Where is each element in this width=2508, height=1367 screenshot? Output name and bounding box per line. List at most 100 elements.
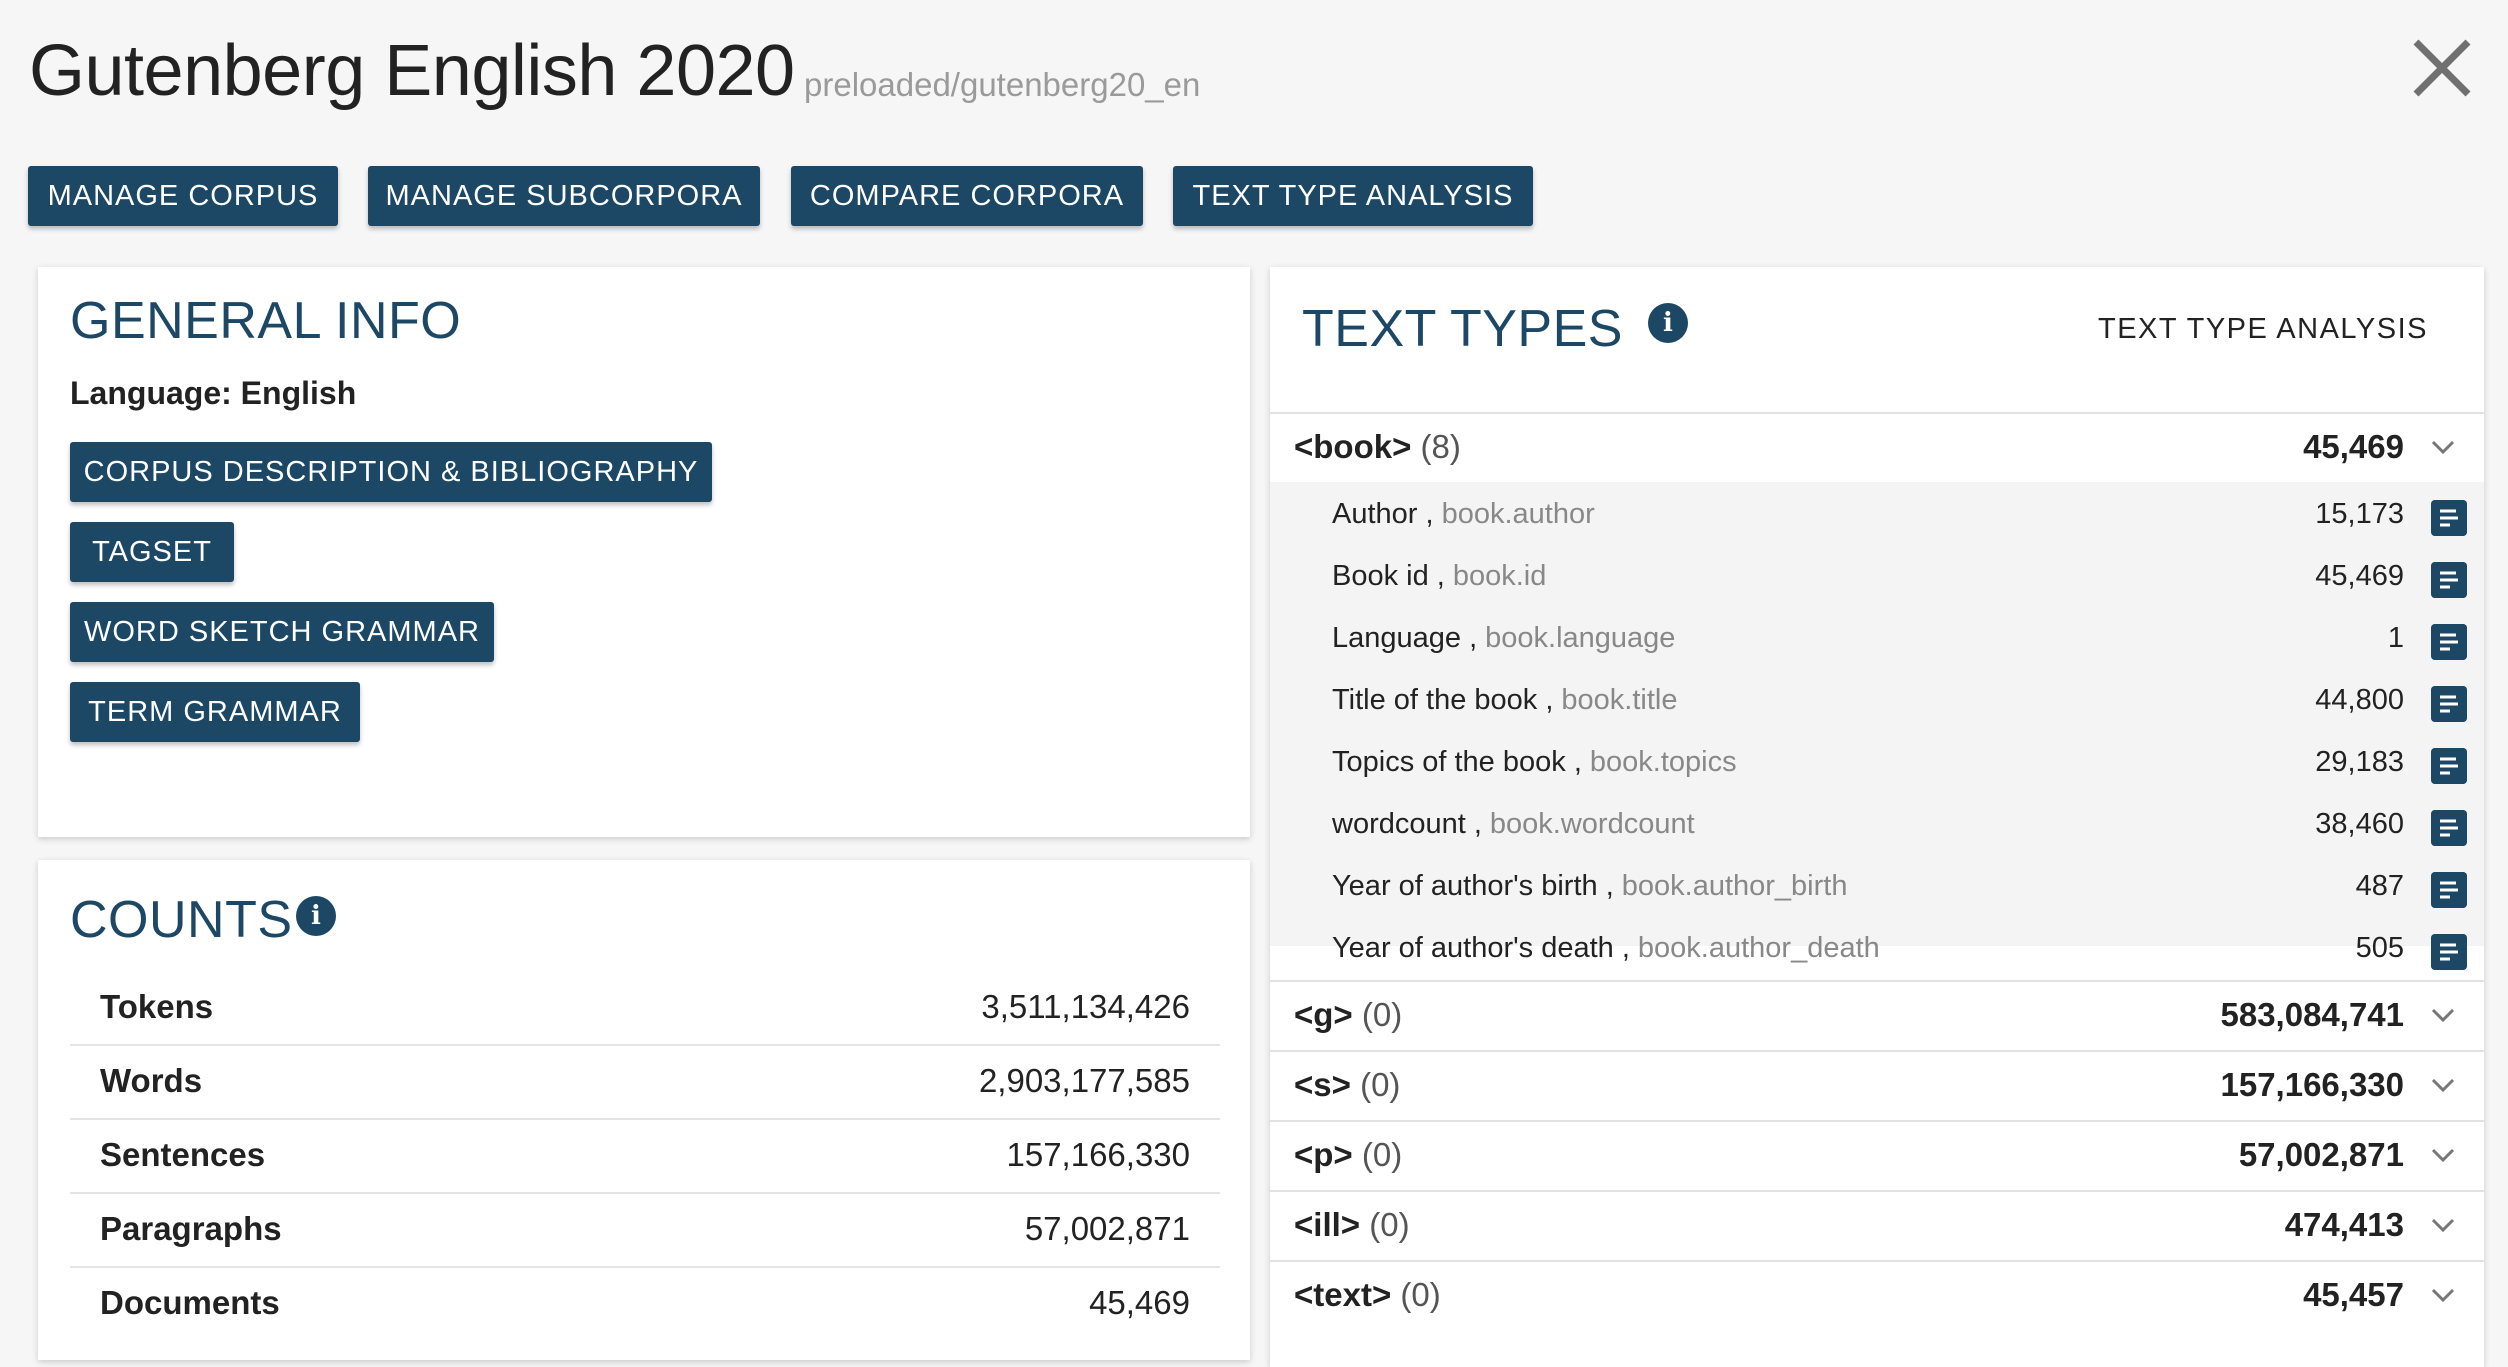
chevron-down-icon[interactable] — [2430, 1282, 2456, 1308]
group-row-ill[interactable]: <ill> (0) 474,413 — [1270, 1190, 2484, 1260]
count-value: 57,002,871 — [1024, 1210, 1190, 1247]
corpus-description-button[interactable]: CORPUS DESCRIPTION & BIBLIOGRAPHY — [70, 442, 712, 502]
count-row-sentences: Sentences 157,166,330 — [70, 1120, 1220, 1194]
group-value: 45,469 — [2303, 428, 2404, 465]
attribute-label: Author , — [1332, 498, 1434, 530]
attribute-value: 1 — [2387, 622, 2404, 654]
count-row-tokens: Tokens 3,511,134,426 — [70, 972, 1220, 1046]
group-label: <g> (0) — [1294, 996, 1402, 1034]
word-sketch-grammar-button[interactable]: WORD SKETCH GRAMMAR — [70, 602, 494, 662]
text-types-card: TEXT TYPES i TEXT TYPE ANALYSIS <book> (… — [1270, 267, 2484, 1367]
group-label: <book> (8) — [1294, 428, 1461, 466]
info-icon[interactable]: i — [1648, 303, 1688, 343]
attribute-row: Topics of the book , book.topics 29,183 — [1270, 732, 2484, 794]
chevron-down-icon[interactable] — [2430, 1002, 2456, 1028]
attribute-label: Topics of the book , — [1332, 746, 1582, 778]
chevron-down-icon[interactable] — [2430, 434, 2456, 460]
list-detail-icon[interactable] — [2431, 810, 2467, 846]
attribute-value: 29,183 — [2315, 746, 2404, 778]
attribute-value: 15,173 — [2315, 498, 2404, 530]
counts-title: COUNTS — [70, 891, 293, 949]
list-detail-icon[interactable] — [2431, 500, 2467, 536]
text-types-title: TEXT TYPES — [1302, 300, 1623, 358]
attribute-label: wordcount , — [1332, 808, 1482, 840]
group-row-text[interactable]: <text> (0) 45,457 — [1270, 1260, 2484, 1330]
manage-subcorpora-button[interactable]: MANAGE SUBCORPORA — [368, 166, 760, 226]
tagset-button[interactable]: TAGSET — [70, 522, 234, 582]
attribute-row: Year of author's death , book.author_deat… — [1270, 918, 2484, 980]
count-row-documents: Documents 45,469 — [70, 1268, 1220, 1342]
list-detail-icon[interactable] — [2431, 624, 2467, 660]
count-value: 2,903,177,585 — [978, 1062, 1190, 1099]
general-info-card: GENERAL INFO Language: English CORPUS DE… — [38, 267, 1250, 837]
group-tag: <book> — [1294, 428, 1412, 465]
attribute-row: Book id , book.id 45,469 — [1270, 546, 2484, 608]
group-count: (0) — [1400, 1276, 1441, 1313]
attribute-label: Year of author's birth , — [1332, 870, 1614, 902]
attribute-key: book.author_birth — [1621, 870, 1848, 902]
language-label: Language: — [70, 375, 232, 411]
chevron-down-icon[interactable] — [2430, 1212, 2456, 1238]
term-grammar-button[interactable]: TERM GRAMMAR — [70, 682, 360, 742]
group-count: (0) — [1360, 1066, 1401, 1103]
attribute-name: wordcount , book.wordcount — [1332, 808, 1695, 841]
group-tag: <ill> — [1294, 1206, 1361, 1243]
count-value: 3,511,134,426 — [981, 988, 1190, 1025]
list-detail-icon[interactable] — [2431, 562, 2467, 598]
group-value: 157,166,330 — [2220, 1066, 2404, 1103]
list-detail-icon[interactable] — [2431, 686, 2467, 722]
compare-corpora-button[interactable]: COMPARE CORPORA — [791, 166, 1143, 226]
attribute-key: book.author — [1441, 498, 1595, 530]
text-type-analysis-link[interactable]: TEXT TYPE ANALYSIS — [2098, 313, 2428, 346]
attribute-label: Year of author's death , — [1332, 932, 1630, 964]
text-type-analysis-button[interactable]: TEXT TYPE ANALYSIS — [1173, 166, 1533, 226]
group-row-s[interactable]: <s> (0) 157,166,330 — [1270, 1050, 2484, 1120]
attribute-row: Language , book.language 1 — [1270, 608, 2484, 670]
attribute-key: book.author_death — [1637, 932, 1880, 964]
language-value: English — [240, 375, 357, 411]
group-tag: <s> — [1294, 1066, 1351, 1103]
group-row-book[interactable]: <book> (8) 45,469 — [1270, 412, 2484, 482]
group-count: (0) — [1369, 1206, 1410, 1243]
count-value: 45,469 — [1089, 1284, 1190, 1321]
count-label: Sentences — [100, 1136, 266, 1173]
attribute-name: Title of the book , book.title — [1332, 684, 1677, 717]
attribute-value: 505 — [2355, 932, 2404, 964]
attribute-label: Language , — [1332, 622, 1478, 654]
attribute-value: 38,460 — [2315, 808, 2404, 840]
manage-corpus-button[interactable]: MANAGE CORPUS — [28, 166, 338, 226]
attribute-row: wordcount , book.wordcount 38,460 — [1270, 794, 2484, 856]
group-value: 474,413 — [2284, 1206, 2404, 1243]
count-label: Words — [100, 1062, 203, 1099]
attribute-value: 44,800 — [2315, 684, 2404, 716]
attribute-value: 45,469 — [2315, 560, 2404, 592]
attribute-key: book.id — [1452, 560, 1547, 592]
chevron-down-icon[interactable] — [2430, 1072, 2456, 1098]
group-tag: <text> — [1294, 1276, 1392, 1313]
attribute-name: Language , book.language — [1332, 622, 1675, 655]
list-detail-icon[interactable] — [2431, 872, 2467, 908]
group-value: 57,002,871 — [2238, 1136, 2404, 1173]
close-icon[interactable] — [2408, 34, 2476, 102]
group-label: <s> (0) — [1294, 1066, 1400, 1104]
group-tag: <p> — [1294, 1136, 1353, 1173]
list-detail-icon[interactable] — [2431, 934, 2467, 970]
attribute-name: Author , book.author — [1332, 498, 1595, 531]
count-label: Tokens — [100, 988, 214, 1025]
group-row-g[interactable]: <g> (0) 583,084,741 — [1270, 980, 2484, 1050]
group-label: <text> (0) — [1294, 1276, 1441, 1314]
attribute-row: Author , book.author 15,173 — [1270, 484, 2484, 546]
group-count: (0) — [1361, 1136, 1403, 1173]
list-detail-icon[interactable] — [2431, 748, 2467, 784]
group-count: (0) — [1361, 996, 1403, 1033]
attribute-row: Title of the book , book.title 44,800 — [1270, 670, 2484, 732]
attribute-name: Book id , book.id — [1332, 560, 1546, 593]
group-count: (8) — [1420, 428, 1461, 465]
group-row-p[interactable]: <p> (0) 57,002,871 — [1270, 1120, 2484, 1190]
chevron-down-icon[interactable] — [2430, 1142, 2456, 1168]
language-line: Language: English — [70, 375, 356, 412]
attribute-name: Year of author's birth , book.author_birt… — [1332, 870, 1847, 903]
attribute-label: Title of the book , — [1332, 684, 1554, 716]
count-row-paragraphs: Paragraphs 57,002,871 — [70, 1194, 1220, 1268]
info-icon[interactable]: i — [296, 896, 336, 936]
